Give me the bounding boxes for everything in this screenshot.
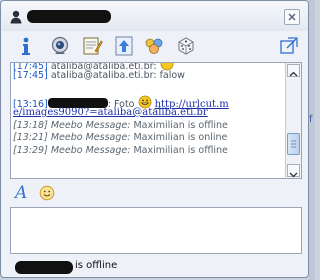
- chevron-down-icon: [289, 172, 298, 178]
- timestamp: [13:18]: [13, 119, 48, 131]
- system-message-row: [13:21] Meebo Message: Maximilian is onl…: [13, 132, 285, 145]
- webcam-icon: [51, 36, 69, 54]
- background-text-fragment: f: [309, 114, 313, 125]
- popout-button[interactable]: [278, 35, 300, 57]
- message-row: e/images9090?=ataliba@ataliba.eti.br: [13, 107, 285, 120]
- message-row: [13:16]: Foto http://urlcut.m: [13, 95, 285, 110]
- system-message-row: [13:29] Meebo Message: Maximilian is off…: [13, 145, 285, 158]
- system-message-row: [13:18] Meebo Message: Maximilian is off…: [13, 120, 285, 133]
- people-icon: [145, 38, 163, 54]
- url-link[interactable]: e/images9090?=ataliba@ataliba.eti.br: [13, 107, 208, 118]
- popout-icon: [280, 37, 298, 54]
- format-toolbar: A: [1, 181, 308, 205]
- system-label: Meebo Message:: [50, 144, 131, 156]
- message-text: Maximilian is online: [133, 132, 228, 143]
- message-text: Maximilian is offline: [133, 119, 228, 131]
- info-icon: [22, 37, 30, 55]
- scroll-down-button[interactable]: [287, 164, 300, 178]
- background-window-edge: [309, 0, 315, 280]
- message-input[interactable]: [10, 207, 302, 254]
- message-text: Maximilian is offline: [133, 144, 228, 156]
- redacted-buddy-name: [27, 10, 111, 23]
- redacted-buddy-name: [15, 261, 73, 274]
- notes-icon: [83, 37, 103, 55]
- games-button[interactable]: [175, 35, 197, 57]
- message-text: ataliba@ataliba.eti.br: falow: [50, 69, 185, 81]
- status-bar: is offline: [1, 255, 308, 277]
- timestamp: [17:45]: [13, 69, 48, 81]
- close-button[interactable]: [284, 9, 300, 25]
- message-log: [17:45] ataliba@ataliba.eti.br: [17:45] …: [13, 63, 285, 158]
- scroll-up-button[interactable]: [287, 64, 300, 77]
- notes-button[interactable]: [81, 35, 103, 57]
- title-bar[interactable]: [1, 1, 308, 31]
- redacted-sender: [47, 97, 108, 108]
- invite-button[interactable]: [143, 35, 165, 57]
- system-label: Meebo Message:: [50, 132, 131, 143]
- send-file-button[interactable]: [113, 35, 135, 57]
- info-button[interactable]: [15, 35, 37, 57]
- chat-window: [17:45] ataliba@ataliba.eti.br: [17:45] …: [0, 0, 309, 278]
- smiley-icon: [39, 185, 55, 201]
- grip-icon: [291, 140, 296, 148]
- scroll-thumb[interactable]: [287, 133, 300, 155]
- chat-history[interactable]: [17:45] ataliba@ataliba.eti.br: [17:45] …: [10, 62, 302, 179]
- status-text: is offline: [75, 260, 118, 271]
- chat-scrollbar[interactable]: [285, 63, 301, 178]
- font-button[interactable]: A: [15, 183, 27, 203]
- emoticon-button[interactable]: [39, 185, 55, 201]
- message-row: [17:45] ataliba@ataliba.eti.br: falow: [13, 70, 285, 83]
- timestamp: [13:21]: [13, 132, 48, 143]
- system-label: Meebo Message:: [50, 119, 131, 131]
- message-row: [17:45] ataliba@ataliba.eti.br:: [13, 63, 285, 72]
- chevron-up-icon: [289, 71, 298, 77]
- dice-icon: [178, 37, 194, 55]
- buddy-icon: [9, 9, 23, 24]
- upload-icon: [115, 36, 133, 56]
- close-icon: [288, 13, 296, 21]
- webcam-button[interactable]: [49, 35, 71, 57]
- toolbar: [1, 31, 308, 61]
- timestamp: [13:29]: [13, 144, 48, 156]
